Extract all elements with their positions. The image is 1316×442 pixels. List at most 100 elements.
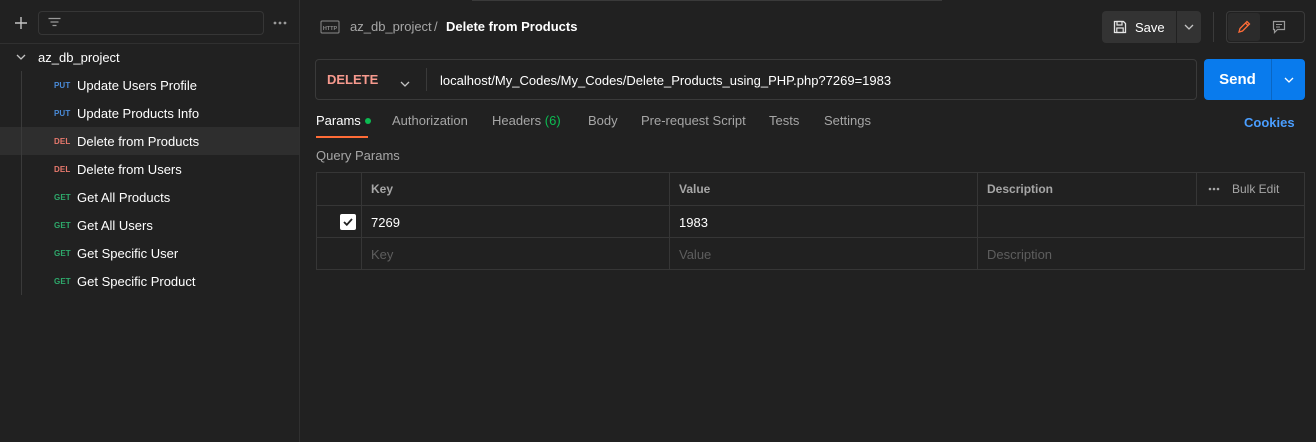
method-select[interactable]: DELETE: [316, 60, 426, 99]
tab-settings[interactable]: Settings: [824, 113, 871, 139]
new-description-field[interactable]: Description: [977, 238, 1304, 270]
request-item[interactable]: PUT Update Products Info: [0, 99, 299, 127]
request-header: HTTP az_db_project / Delete from Product…: [300, 0, 1316, 54]
request-name: Get All Products: [77, 189, 171, 205]
url-divider: [426, 68, 427, 91]
tree-guide-line: [21, 99, 22, 127]
params-active-dot: [364, 118, 371, 124]
header-divider: [1213, 12, 1214, 42]
collection-item[interactable]: az_db_project: [0, 43, 299, 71]
breadcrumb-request[interactable]: Delete from Products: [446, 19, 577, 34]
chevron-down-icon: [400, 75, 410, 90]
send-button[interactable]: Send: [1204, 59, 1271, 100]
new-value-field[interactable]: Value: [669, 238, 977, 270]
query-params-title: Query Params: [316, 148, 400, 163]
plus-icon: [15, 17, 27, 29]
request-name: Update Users Profile: [77, 77, 197, 93]
documentation-mode-button[interactable]: [1263, 13, 1295, 41]
more-horizontal-icon: [273, 21, 287, 25]
column-header-description: Description: [977, 173, 1196, 205]
tab-headers-label: Headers: [492, 113, 542, 128]
request-method-badge: PUT: [54, 108, 71, 118]
tab-prerequest-script[interactable]: Pre-request Script: [641, 113, 746, 139]
param-description-field[interactable]: [977, 206, 1304, 238]
filter-icon: [48, 17, 61, 32]
bulk-edit-area: Bulk Edit: [1196, 173, 1304, 205]
chevron-down-icon: [16, 52, 26, 62]
request-method-badge: DEL: [54, 136, 71, 146]
request-item[interactable]: GET Get Specific Product: [0, 267, 299, 295]
tree-guide-line: [21, 239, 22, 267]
save-button[interactable]: Save: [1102, 11, 1176, 43]
save-label: Save: [1135, 19, 1165, 35]
bulk-edit-button[interactable]: Bulk Edit: [1208, 182, 1279, 196]
save-icon: [1113, 20, 1127, 34]
chevron-down-icon: [1284, 77, 1293, 83]
request-name: Get All Users: [77, 217, 153, 233]
param-key-field[interactable]: 7269: [361, 206, 669, 238]
send-options-button[interactable]: [1272, 59, 1305, 100]
tab-authorization[interactable]: Authorization: [392, 113, 468, 139]
query-params-table: Key Value Description Bulk Edit 7269 198…: [316, 172, 1305, 270]
tree-guide-line: [21, 211, 22, 239]
tab-headers[interactable]: Headers (6): [492, 113, 561, 139]
chevron-down-icon: [1184, 24, 1194, 30]
tree-guide-line: [21, 183, 22, 211]
view-mode-toggle: [1226, 11, 1305, 43]
save-group: Save: [1102, 11, 1201, 43]
sidebar: az_db_project PUT Update Users Profile PUT…: [0, 0, 300, 442]
row-checkbox-cell: [340, 206, 360, 238]
param-value-field[interactable]: 1983: [669, 206, 977, 238]
main-panel: HTTP az_db_project / Delete from Product…: [300, 0, 1316, 442]
request-item[interactable]: GET Get All Users: [0, 211, 299, 239]
request-name: Delete from Users: [77, 161, 182, 177]
request-item[interactable]: GET Get Specific User: [0, 239, 299, 267]
filter-input[interactable]: [69, 14, 259, 32]
param-checkbox[interactable]: [340, 214, 356, 230]
request-item[interactable]: PUT Update Users Profile: [0, 71, 299, 99]
tree-guide-line: [21, 155, 22, 183]
tab-params-label: Params: [316, 113, 361, 128]
bulk-edit-label: Bulk Edit: [1232, 182, 1280, 196]
breadcrumb-collection[interactable]: az_db_project: [350, 19, 432, 34]
sidebar-toolbar: [0, 0, 299, 44]
comment-icon: [1272, 20, 1286, 34]
method-label: DELETE: [327, 72, 379, 87]
request-item[interactable]: DEL Delete from Users: [0, 155, 299, 183]
checkmark-icon: [343, 218, 353, 226]
new-key-field[interactable]: Key: [361, 238, 669, 270]
more-horizontal-icon: [1208, 187, 1220, 191]
request-name: Update Products Info: [77, 105, 200, 121]
collection-tree: az_db_project PUT Update Users Profile PUT…: [0, 43, 299, 295]
tab-body[interactable]: Body: [588, 113, 618, 139]
request-method-badge: GET: [54, 220, 71, 230]
pencil-icon: [1238, 20, 1251, 33]
headers-count: (6): [544, 113, 561, 128]
request-name: Get Specific User: [77, 245, 179, 261]
svg-text:HTTP: HTTP: [323, 26, 338, 32]
request-method-badge: GET: [54, 192, 71, 202]
request-name: Get Specific Product: [77, 273, 196, 289]
table-row-empty: Key Value Description: [317, 237, 1304, 270]
request-method-badge: PUT: [54, 80, 71, 90]
save-options-button[interactable]: [1177, 11, 1201, 43]
tab-tests[interactable]: Tests: [769, 113, 799, 139]
collection-name: az_db_project: [38, 49, 120, 65]
url-input[interactable]: [440, 71, 1180, 89]
tree-guide-line: [21, 267, 22, 295]
tab-active-underline: [316, 136, 368, 138]
column-header-key: Key: [361, 173, 669, 205]
http-icon: HTTP: [320, 18, 340, 39]
request-item[interactable]: GET Get All Products: [0, 183, 299, 211]
column-header-value: Value: [669, 173, 977, 205]
tree-guide-line: [21, 71, 22, 99]
request-item[interactable]: DEL Delete from Products: [0, 127, 299, 155]
edit-mode-button[interactable]: [1228, 13, 1260, 41]
tab-params[interactable]: Params: [316, 113, 371, 139]
more-options-button[interactable]: [270, 13, 290, 33]
cookies-link[interactable]: Cookies: [1244, 115, 1295, 130]
filter-field[interactable]: [38, 11, 264, 35]
new-button[interactable]: [10, 12, 32, 34]
table-row: 7269 1983: [317, 205, 1304, 238]
url-bar: DELETE: [315, 59, 1197, 100]
